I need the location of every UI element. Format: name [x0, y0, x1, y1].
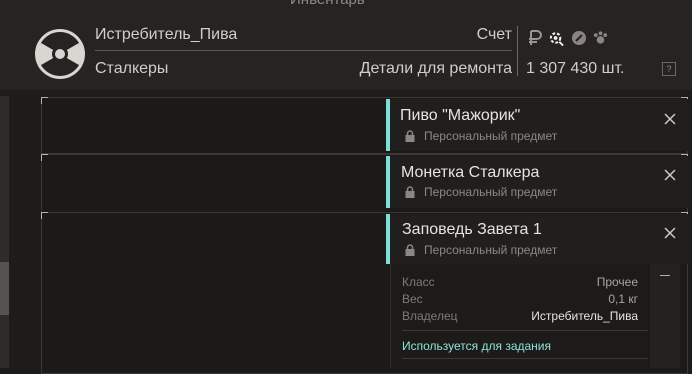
scrollbar-track[interactable] — [0, 96, 9, 368]
item-subtitle: Персональный предмет — [424, 243, 558, 257]
detail-value: 0,1 кг — [608, 292, 638, 306]
collapse-icon[interactable] — [660, 275, 670, 276]
item-title: Заповедь Завета 1 — [402, 221, 542, 238]
panel-corner — [41, 212, 48, 219]
detail-divider — [402, 330, 648, 331]
item-subtitle: Персональный предмет — [424, 185, 558, 199]
quest-usage-link[interactable]: Используется для задания — [402, 339, 551, 353]
detail-label: Вес — [402, 292, 423, 306]
close-icon[interactable] — [663, 226, 677, 240]
header-divider — [95, 50, 512, 51]
gear-parts-icon[interactable] — [548, 30, 565, 47]
detail-value: Истребитель_Пива — [531, 309, 638, 323]
account-label: Счет — [476, 26, 512, 43]
wrench-coin-icon[interactable] — [570, 30, 587, 47]
scrollbar-thumb[interactable] — [0, 262, 9, 315]
detail-row-weight: Вес 0,1 кг — [402, 292, 638, 306]
paw-icon[interactable] — [592, 30, 609, 47]
item-card-expanded[interactable]: Заповедь Завета 1 Персональный предмет — [386, 214, 689, 264]
detail-value: Прочее — [596, 275, 638, 289]
detail-divider — [402, 358, 648, 359]
collapse-panel[interactable] — [650, 264, 680, 368]
ruble-icon[interactable] — [526, 30, 543, 47]
close-icon[interactable] — [663, 112, 677, 126]
help-button[interactable]: ? — [662, 62, 676, 76]
lock-icon — [405, 244, 415, 256]
currency-selector — [526, 26, 609, 50]
detail-label: Владелец — [402, 309, 458, 323]
header-vertical-divider — [517, 26, 518, 76]
window-title: Инвентарь — [290, 0, 365, 8]
panel-corner — [41, 154, 48, 161]
item-card[interactable]: Пиво "Мажорик" Персональный предмет — [386, 99, 689, 151]
detail-row-class: Класс Прочее — [402, 275, 638, 289]
panel-corner — [41, 97, 48, 104]
lock-icon — [405, 186, 415, 198]
item-title: Пиво "Мажорик" — [400, 107, 521, 124]
player-group: Сталкеры — [95, 60, 169, 77]
currency-amount: 1 307 430 шт. — [526, 60, 625, 77]
item-subtitle: Персональный предмет — [424, 129, 558, 143]
item-card[interactable]: Монетка Сталкера Персональный предмет — [386, 156, 689, 208]
item-title: Монетка Сталкера — [401, 164, 540, 181]
currency-category-label: Детали для ремонта — [359, 60, 512, 77]
player-name: Истребитель_Пива — [95, 26, 238, 43]
lock-icon — [405, 130, 415, 142]
detail-label: Класс — [402, 275, 435, 289]
item-details: Класс Прочее Вес 0,1 кг Владелец Истреби… — [390, 264, 648, 368]
radiation-logo-icon — [35, 29, 85, 79]
close-icon[interactable] — [663, 168, 677, 182]
detail-row-owner: Владелец Истребитель_Пива — [402, 309, 638, 323]
